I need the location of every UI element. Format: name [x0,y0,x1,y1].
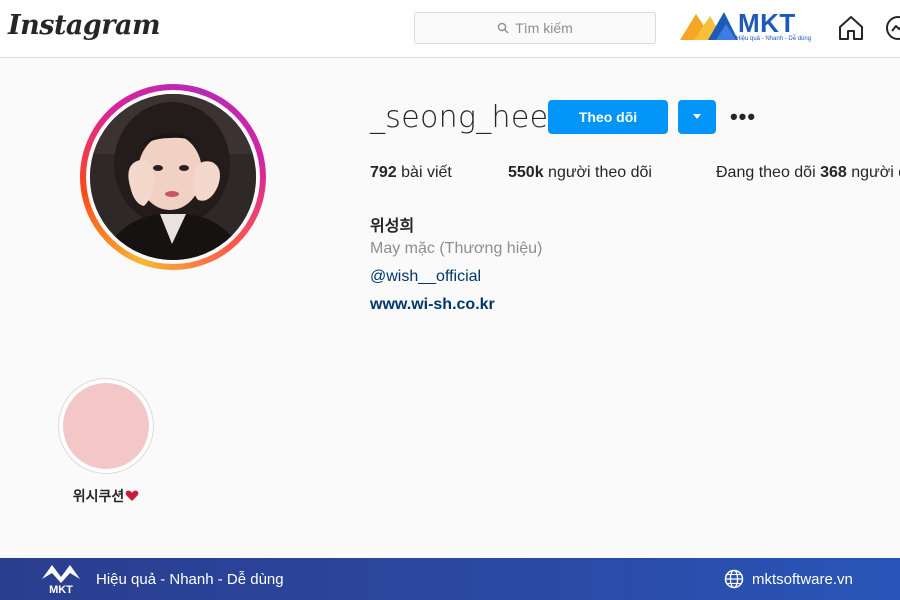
footer-banner: MKT Hiệu quả - Nhanh - Dễ dùng mktsoftwa… [0,558,900,600]
search-icon [497,22,509,34]
following-count: 368 [820,164,847,181]
posts-label: bài viết [401,164,452,181]
highlight-cover [63,383,149,469]
instagram-logo[interactable]: Instagram [8,10,161,41]
messenger-icon[interactable] [884,14,900,42]
following-stat[interactable]: Đang theo dõi 368 người dùng [716,164,900,182]
search-placeholder: Tìm kiếm [515,20,573,36]
following-suffix: người dùng [851,164,900,181]
mkt-footer-logo-icon: MKT [42,565,80,596]
profile-photo [90,94,256,260]
bio-category: May mặc (Thương hiệu) [370,240,543,257]
story-highlight[interactable] [58,378,154,474]
home-icon[interactable] [837,14,865,42]
profile-username: _seong_hee [370,100,549,135]
followers-count: 550k [508,164,544,181]
followers-stat[interactable]: 550k người theo dõi [508,164,652,182]
following-label: Đang theo dõi [716,164,816,181]
avatar [90,94,256,260]
highlight-label-text: 위시쿠션 [72,488,125,504]
posts-stat[interactable]: 792 bài viết [370,164,452,182]
suggested-dropdown-button[interactable] [678,100,716,134]
svg-text:MKT: MKT [49,584,73,596]
more-options-button[interactable]: ••• [728,100,758,134]
mkt-mountain-icon [680,12,738,40]
posts-count: 792 [370,164,397,181]
bio-website-link[interactable]: www.wi-sh.co.kr [370,296,495,314]
mkt-brand-tagline: Hiệu quả - Nhanh - Dễ dùng [736,36,812,42]
top-navbar: Instagram Tìm kiếm MKT Hiệu quả - Nhanh … [0,0,900,58]
footer-slogan: Hiệu quả - Nhanh - Dễ dùng [96,571,284,588]
bio-mention-link[interactable]: @wish__official [370,268,481,286]
follow-button[interactable]: Theo dõi [548,100,668,134]
search-input[interactable]: Tìm kiếm [414,12,656,44]
globe-icon [724,569,744,589]
profile-avatar-story-ring[interactable] [80,84,266,270]
footer-website[interactable]: mktsoftware.vn [752,571,853,588]
followers-label: người theo dõi [548,164,652,181]
bio-full-name: 위성희 [370,218,415,235]
mkt-brand-name: MKT [738,8,796,38]
highlight-label: 위시쿠션 [40,486,172,506]
mkt-brand-badge: MKT Hiệu quả - Nhanh - Dễ dùng [680,8,820,44]
caret-down-icon [693,114,701,119]
heart-icon [125,490,139,501]
